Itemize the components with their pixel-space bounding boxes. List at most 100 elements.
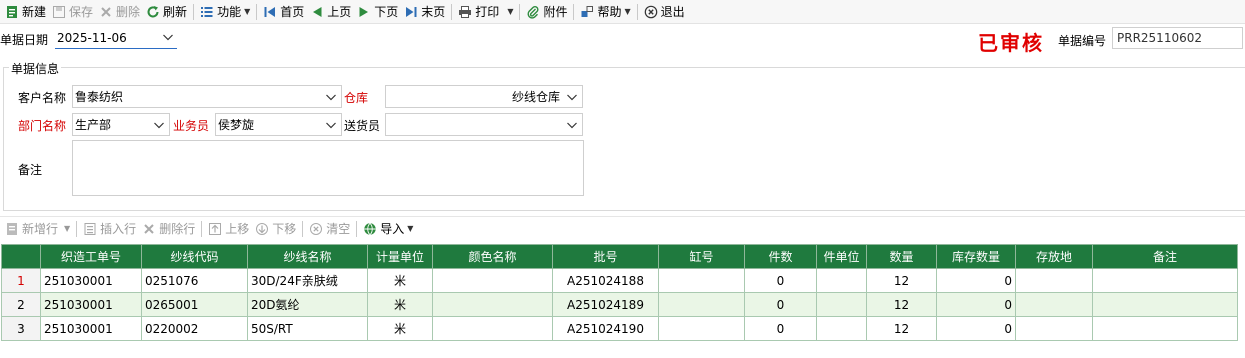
table-header-row: 织造工单号 纱线代码 纱线名称 计量单位 颜色名称 批号 缸号 件数 件单位 数…	[1, 244, 1238, 269]
column-header[interactable]: 备注	[1092, 244, 1238, 269]
cell-pieces[interactable]: 0	[744, 316, 817, 341]
salesman-select[interactable]: 侯梦旋	[215, 113, 342, 136]
toolbar-separator	[519, 3, 521, 20]
cell-order-no[interactable]: 251030001	[40, 292, 142, 317]
column-header[interactable]: 数量	[866, 244, 937, 269]
warehouse-select[interactable]: 纱线仓库	[385, 85, 583, 108]
cell-yarn-code[interactable]: 0251076	[141, 268, 248, 293]
cell-stock-qty[interactable]: 0	[936, 292, 1016, 317]
cell-quantity[interactable]: 12	[866, 292, 937, 317]
last-page-button[interactable]: 末页	[401, 1, 448, 23]
help-button[interactable]: 帮助 ▼	[577, 1, 633, 23]
warehouse-value: 纱线仓库	[511, 90, 560, 104]
insert-row-button[interactable]: 插入行	[80, 218, 139, 240]
cell-stock-qty[interactable]: 0	[936, 316, 1016, 341]
first-page-button[interactable]: 首页	[260, 1, 307, 23]
clear-button[interactable]: 清空	[306, 218, 353, 240]
cell-piece-unit[interactable]	[816, 316, 867, 341]
prev-page-button[interactable]: 上页	[307, 1, 354, 23]
cell-vat-no[interactable]	[658, 292, 745, 317]
new-button[interactable]: 新建	[2, 1, 49, 23]
doc-date-field[interactable]: 2025-11-06	[55, 27, 177, 49]
table-row[interactable]: 3 251030001 0220002 50S/RT 米 A251024190 …	[1, 316, 1238, 341]
move-up-button[interactable]: 上移	[205, 218, 252, 240]
cell-piece-unit[interactable]	[816, 268, 867, 293]
cell-remark[interactable]	[1092, 292, 1238, 317]
department-select[interactable]: 生产部	[72, 113, 170, 136]
column-header[interactable]: 织造工单号	[40, 244, 142, 269]
cell-quantity[interactable]: 12	[866, 316, 937, 341]
cell-yarn-code[interactable]: 0220002	[141, 316, 248, 341]
table-row[interactable]: 2 251030001 0265001 20D氨纶 米 A251024189 0…	[1, 292, 1238, 317]
column-header[interactable]: 颜色名称	[432, 244, 553, 269]
save-button[interactable]: 保存	[49, 1, 96, 23]
column-header[interactable]: 纱线代码	[141, 244, 248, 269]
cell-color[interactable]	[432, 316, 553, 341]
move-down-label: 下移	[272, 222, 297, 236]
remark-textarea[interactable]	[72, 140, 584, 196]
print-button[interactable]: 打印 ▼	[455, 1, 516, 23]
last-page-icon	[406, 6, 417, 17]
column-header[interactable]: 纱线名称	[247, 244, 368, 269]
cell-color[interactable]	[432, 268, 553, 293]
doc-number-field[interactable]: PRR25110602	[1112, 27, 1243, 49]
delete-button[interactable]: 删除	[96, 1, 143, 23]
print-label: 打印	[475, 5, 500, 19]
cell-order-no[interactable]: 251030001	[40, 316, 142, 341]
cell-yarn-name[interactable]: 50S/RT	[247, 316, 368, 341]
save-icon	[53, 5, 66, 18]
cell-unit[interactable]: 米	[367, 268, 433, 293]
toolbar-separator	[636, 3, 638, 20]
function-menu-icon	[201, 6, 213, 17]
toolbar-separator	[193, 3, 195, 20]
column-header[interactable]: 计量单位	[367, 244, 433, 269]
cell-remark[interactable]	[1092, 316, 1238, 341]
cell-batch[interactable]: A251024190	[552, 316, 659, 341]
cell-piece-unit[interactable]	[816, 292, 867, 317]
cell-yarn-code[interactable]: 0265001	[141, 292, 248, 317]
cell-unit[interactable]: 米	[367, 292, 433, 317]
function-menu-button[interactable]: 功能 ▼	[197, 1, 253, 23]
cell-remark[interactable]	[1092, 268, 1238, 293]
delete-row-button[interactable]: 删除行	[139, 218, 198, 240]
cell-color[interactable]	[432, 292, 553, 317]
cell-quantity[interactable]: 12	[866, 268, 937, 293]
delivery-select[interactable]	[385, 113, 583, 136]
chevron-down-icon	[163, 34, 173, 41]
import-button[interactable]: 导入 ▼	[360, 218, 416, 240]
cell-batch[interactable]: A251024188	[552, 268, 659, 293]
cell-vat-no[interactable]	[658, 316, 745, 341]
cell-vat-no[interactable]	[658, 268, 745, 293]
cell-yarn-name[interactable]: 30D/24F亲肤绒	[247, 268, 368, 293]
refresh-button[interactable]: 刷新	[143, 1, 190, 23]
column-header[interactable]: 存放地	[1015, 244, 1093, 269]
cell-pieces[interactable]: 0	[744, 292, 817, 317]
cell-location[interactable]	[1015, 292, 1093, 317]
exit-button[interactable]: 退出	[641, 1, 688, 23]
cell-batch[interactable]: A251024189	[552, 292, 659, 317]
attachment-button[interactable]: 附件	[523, 1, 570, 23]
prev-page-icon	[313, 6, 322, 17]
add-row-button[interactable]: 新增行 ▼	[2, 218, 73, 240]
cell-yarn-name[interactable]: 20D氨纶	[247, 292, 368, 317]
move-down-button[interactable]: 下移	[252, 218, 299, 240]
chevron-down-icon	[567, 94, 577, 101]
chevron-down-icon	[326, 122, 336, 129]
column-header[interactable]: 缸号	[658, 244, 745, 269]
cell-location[interactable]	[1015, 268, 1093, 293]
table-row[interactable]: 1 251030001 0251076 30D/24F亲肤绒 米 A251024…	[1, 268, 1238, 293]
column-header[interactable]: 批号	[552, 244, 659, 269]
cell-stock-qty[interactable]: 0	[936, 268, 1016, 293]
customer-select[interactable]: 鲁泰纺织	[72, 85, 342, 108]
cell-location[interactable]	[1015, 316, 1093, 341]
toolbar-separator	[256, 3, 258, 20]
column-header[interactable]: 件单位	[816, 244, 867, 269]
row-number-header	[1, 244, 41, 269]
cell-unit[interactable]: 米	[367, 316, 433, 341]
next-page-button[interactable]: 下页	[354, 1, 401, 23]
column-header[interactable]: 件数	[744, 244, 817, 269]
cell-pieces[interactable]: 0	[744, 268, 817, 293]
column-header[interactable]: 库存数量	[936, 244, 1016, 269]
chevron-down-icon: ▼	[64, 224, 71, 233]
cell-order-no[interactable]: 251030001	[40, 268, 142, 293]
